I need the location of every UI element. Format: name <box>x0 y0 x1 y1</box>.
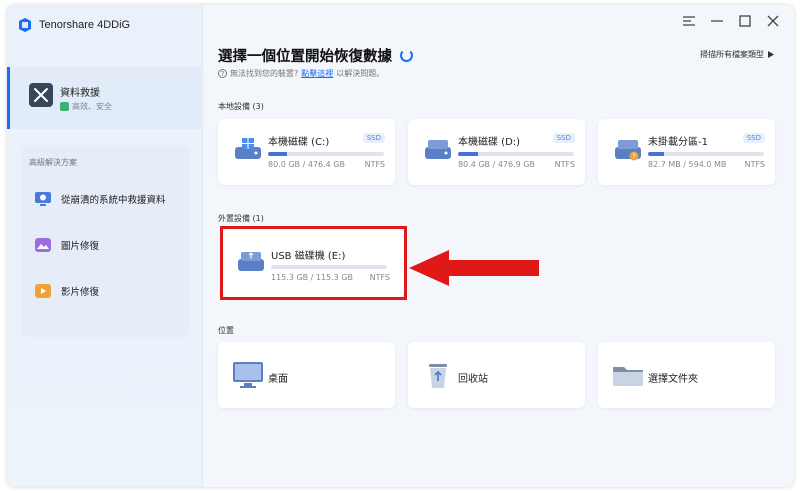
location-label: 位置 <box>218 326 234 335</box>
caret-right-icon <box>768 51 774 58</box>
external-devices-label: 外置設備 (1) <box>218 214 264 223</box>
main-content: 選擇一個位置開始恢復數據 ? 無法找到您的裝置? 點擊這裡 以解決問題。 掃描所… <box>203 5 794 487</box>
windows-drive-icon <box>235 138 261 159</box>
ssd-badge: SSD <box>362 133 385 143</box>
drive-name: 本機磁碟 (C:) <box>268 137 330 148</box>
close-icon[interactable] <box>766 13 780 29</box>
advanced-solutions-panel: 高級解決方案 從崩潰的系統中救援資料 圖片修復 影片修復 <box>21 145 189 337</box>
drive-name: 未掛載分區-1 <box>648 137 708 148</box>
usage-bar <box>268 152 384 156</box>
drive-card-c[interactable]: 本機磁碟 (C:) SSD 80.0 GB / 476.4 GB NTFS <box>218 119 395 185</box>
drive-filesystem: NTFS <box>364 160 385 169</box>
location-desktop[interactable]: 桌面 <box>218 342 395 408</box>
location-choose-folder[interactable]: 選擇文件夾 <box>598 342 775 408</box>
location-recycle-bin[interactable]: 回收站 <box>408 342 585 408</box>
sidebar-item-label: 圖片修復 <box>61 241 100 252</box>
menu-icon[interactable] <box>682 13 696 29</box>
hard-drive-icon <box>425 140 451 159</box>
app-logo-icon <box>19 18 31 32</box>
sidebar-item-photo-repair[interactable]: 圖片修復 <box>33 235 99 255</box>
question-icon: ? <box>218 69 227 78</box>
advanced-solutions-title: 高級解決方案 <box>29 158 77 167</box>
video-repair-icon <box>35 284 51 298</box>
shield-icon <box>60 102 69 111</box>
minimize-icon[interactable] <box>710 13 724 29</box>
location-choose-folder-label: 選擇文件夾 <box>648 374 698 385</box>
sidebar-item-label: 資料救援 <box>60 88 100 99</box>
drive-name: 本機磁碟 (D:) <box>458 137 521 148</box>
system-rescue-icon <box>35 192 51 206</box>
scan-all-file-types-button[interactable]: 掃描所有檔案類型 <box>700 49 774 60</box>
app-header: Tenorshare 4DDiG <box>17 17 130 33</box>
help-text: ? 無法找到您的裝置? 點擊這裡 以解決問題。 <box>218 68 384 79</box>
recycle-bin-icon <box>429 364 447 388</box>
page-title: 選擇一個位置開始恢復數據 <box>218 45 413 66</box>
sidebar: Tenorshare 4DDiG 資料救援 高效、安全 高級解決方案 從崩潰的系… <box>7 5 203 487</box>
photo-repair-icon <box>35 238 51 252</box>
window-controls <box>682 13 780 29</box>
usage-bar <box>458 152 574 156</box>
location-recycle-bin-label: 回收站 <box>458 374 488 385</box>
desktop-icon <box>233 362 263 388</box>
help-link[interactable]: 點擊這裡 <box>301 68 333 79</box>
drive-filesystem: NTFS <box>744 160 765 169</box>
active-indicator <box>7 67 10 129</box>
data-recovery-icon <box>29 83 53 107</box>
local-devices-label: 本地設備 (3) <box>218 102 264 111</box>
svg-text:?: ? <box>632 153 636 161</box>
unmounted-drive-icon: ? <box>615 140 641 161</box>
sidebar-item-video-repair[interactable]: 影片修復 <box>33 281 99 301</box>
drive-capacity: 82.7 MB / 594.0 MB <box>648 160 727 169</box>
drive-filesystem: NTFS <box>554 160 575 169</box>
red-arrow-annotation <box>409 250 539 286</box>
drive-card-d[interactable]: 本機磁碟 (D:) SSD 80.4 GB / 476.9 GB NTFS <box>408 119 585 185</box>
highlight-box <box>220 226 407 300</box>
ssd-badge: SSD <box>552 133 575 143</box>
app-title: Tenorshare 4DDiG <box>39 19 131 31</box>
usage-bar <box>648 152 764 156</box>
sidebar-item-label: 從崩潰的系統中救援資料 <box>61 195 166 206</box>
refresh-icon[interactable] <box>400 49 413 62</box>
app-window: Tenorshare 4DDiG 資料救援 高效、安全 高級解決方案 從崩潰的系… <box>7 5 794 487</box>
drive-card-unmounted[interactable]: ? 未掛載分區-1 SSD 82.7 MB / 594.0 MB NTFS <box>598 119 775 185</box>
sidebar-item-label: 影片修復 <box>61 287 100 298</box>
folder-icon <box>613 367 643 386</box>
sidebar-item-data-recovery[interactable]: 資料救援 高效、安全 <box>7 67 203 129</box>
maximize-icon[interactable] <box>738 13 752 29</box>
drive-capacity: 80.4 GB / 476.9 GB <box>458 160 535 169</box>
location-desktop-label: 桌面 <box>268 374 288 385</box>
drive-capacity: 80.0 GB / 476.4 GB <box>268 160 345 169</box>
sidebar-item-subtitle: 高效、安全 <box>60 101 112 112</box>
ssd-badge: SSD <box>742 133 765 143</box>
sidebar-item-system-rescue[interactable]: 從崩潰的系統中救援資料 <box>33 189 166 209</box>
